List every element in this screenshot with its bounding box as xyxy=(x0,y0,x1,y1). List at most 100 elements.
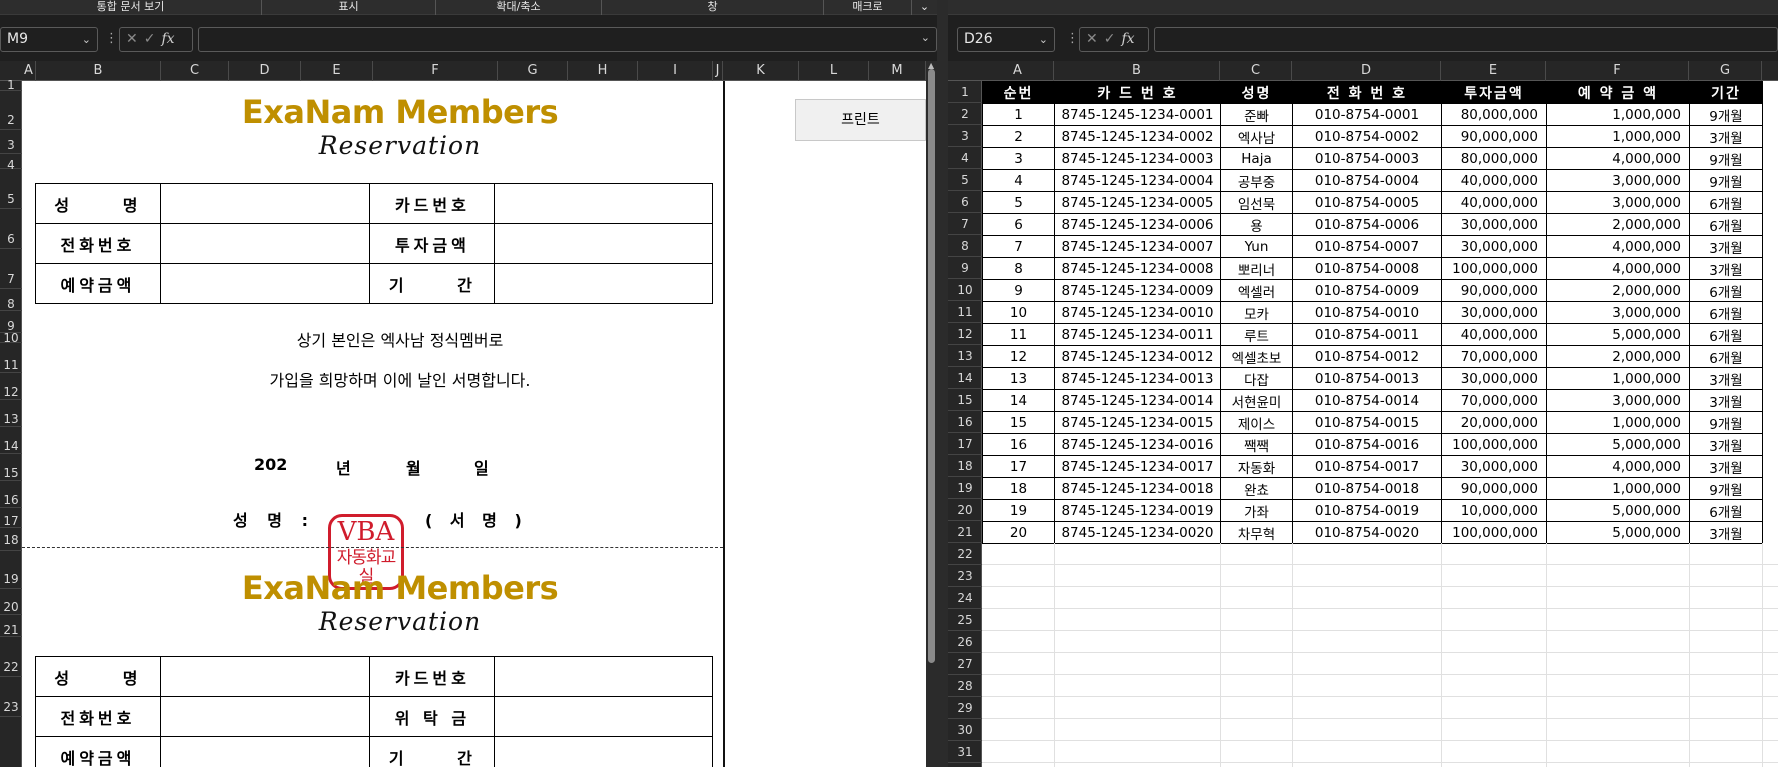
input-period[interactable] xyxy=(494,263,713,304)
cell-reserve[interactable]: 4,000,000 xyxy=(1546,455,1690,478)
row-header[interactable]: 11 xyxy=(948,301,982,323)
cell-invest[interactable]: 30,000,000 xyxy=(1441,235,1547,258)
cell-invest[interactable]: 70,000,000 xyxy=(1441,345,1547,368)
cell-invest[interactable]: 20,000,000 xyxy=(1441,411,1547,434)
cell-name[interactable]: 용 xyxy=(1220,213,1293,236)
cell-name[interactable]: Yun xyxy=(1220,235,1293,258)
cell-phone[interactable]: 010-8754-0017 xyxy=(1292,455,1442,478)
col-header-h[interactable] xyxy=(1762,61,1778,81)
more-options-icon[interactable]: ⋮ xyxy=(1066,31,1079,46)
col-header-d[interactable]: D xyxy=(1292,61,1441,81)
formula-input[interactable] xyxy=(1154,27,1778,52)
row-header[interactable]: 6 xyxy=(0,209,22,249)
row-header[interactable]: 26 xyxy=(948,631,982,653)
empty-row[interactable] xyxy=(982,587,1778,609)
col-header-i[interactable]: I xyxy=(638,61,713,81)
insert-function-icon[interactable]: fx xyxy=(161,31,174,47)
cell-card[interactable]: 8745-1245-1234-0020 xyxy=(1054,521,1221,544)
row-header[interactable]: 23 xyxy=(0,677,22,717)
row-header[interactable]: 7 xyxy=(948,213,982,235)
cell-invest[interactable]: 10,000,000 xyxy=(1441,499,1547,522)
cell-seq[interactable]: 6 xyxy=(982,213,1055,236)
cell-period[interactable]: 3개월 xyxy=(1689,235,1763,258)
row-header[interactable]: 21 xyxy=(0,615,22,637)
cell-period[interactable]: 6개월 xyxy=(1689,191,1763,214)
cell-invest[interactable]: 100,000,000 xyxy=(1441,433,1547,456)
row-header[interactable]: 10 xyxy=(948,279,982,301)
cell-phone[interactable]: 010-8754-0018 xyxy=(1292,477,1442,500)
row-header[interactable]: 27 xyxy=(948,653,982,675)
cell-seq[interactable]: 2 xyxy=(982,125,1055,148)
cell-period[interactable]: 3개월 xyxy=(1689,433,1763,456)
cell-period[interactable]: 3개월 xyxy=(1689,389,1763,412)
cell-period[interactable]: 6개월 xyxy=(1689,323,1763,346)
cell-reserve[interactable]: 4,000,000 xyxy=(1546,147,1690,170)
cell-period[interactable]: 6개월 xyxy=(1689,279,1763,302)
row-header[interactable]: 22 xyxy=(948,543,982,565)
empty-row[interactable] xyxy=(982,565,1778,587)
group-show[interactable]: 표시 xyxy=(262,0,436,15)
input-card[interactable] xyxy=(494,183,713,224)
row-header[interactable]: 18 xyxy=(0,528,22,551)
cell-name[interactable]: 차무혁 xyxy=(1220,521,1293,544)
cell-invest[interactable]: 30,000,000 xyxy=(1441,455,1547,478)
cell-reserve[interactable]: 5,000,000 xyxy=(1546,433,1690,456)
cell-invest[interactable]: 80,000,000 xyxy=(1441,103,1547,126)
cancel-icon[interactable]: ✕ xyxy=(1086,31,1104,47)
row-header[interactable]: 9 xyxy=(0,311,22,333)
empty-row[interactable] xyxy=(982,631,1778,653)
cell-period[interactable]: 6개월 xyxy=(1689,213,1763,236)
cell-seq[interactable]: 7 xyxy=(982,235,1055,258)
cell-period[interactable]: 3개월 xyxy=(1689,521,1763,544)
row-header[interactable]: 12 xyxy=(948,323,982,345)
row-header[interactable]: 10 xyxy=(0,332,22,344)
cell-period[interactable]: 3개월 xyxy=(1689,367,1763,390)
col-header-k[interactable]: K xyxy=(723,61,799,81)
cell-period[interactable]: 6개월 xyxy=(1689,301,1763,324)
input-name[interactable] xyxy=(159,183,371,224)
empty-row[interactable] xyxy=(982,609,1778,631)
row-header[interactable]: 25 xyxy=(948,609,982,631)
row-header[interactable]: 11 xyxy=(0,343,22,373)
row-header[interactable]: 4 xyxy=(0,154,22,172)
row-header[interactable]: 20 xyxy=(948,499,982,521)
cell-card[interactable]: 8745-1245-1234-0015 xyxy=(1054,411,1221,434)
form2-input-deposit[interactable] xyxy=(494,696,713,737)
name-box[interactable]: M9 ⌄ xyxy=(0,27,98,52)
col-header-b[interactable]: B xyxy=(1054,61,1220,81)
empty-row[interactable] xyxy=(982,543,1778,565)
form2-input-phone[interactable] xyxy=(159,696,371,737)
row-header[interactable]: 29 xyxy=(948,697,982,719)
form2-input-name[interactable] xyxy=(159,656,371,697)
form2-input-reserve[interactable] xyxy=(159,736,371,767)
group-macros[interactable]: 매크로 xyxy=(824,0,912,15)
cell-reserve[interactable]: 1,000,000 xyxy=(1546,477,1690,500)
row-header[interactable]: 5 xyxy=(948,169,982,191)
row-header[interactable]: 23 xyxy=(948,565,982,587)
col-header-j[interactable]: J xyxy=(713,61,723,81)
row-header[interactable]: 22 xyxy=(0,637,22,677)
cell-name[interactable]: 완쵸 xyxy=(1220,477,1293,500)
row-header[interactable]: 4 xyxy=(948,147,982,169)
cell-phone[interactable]: 010-8754-0020 xyxy=(1292,521,1442,544)
row-header[interactable]: 24 xyxy=(948,587,982,609)
cell-phone[interactable]: 010-8754-0019 xyxy=(1292,499,1442,522)
col-header-d[interactable]: D xyxy=(229,61,301,81)
cell-phone[interactable]: 010-8754-0010 xyxy=(1292,301,1442,324)
cell-reserve[interactable]: 1,000,000 xyxy=(1546,367,1690,390)
cell-seq[interactable]: 14 xyxy=(982,389,1055,412)
cell-seq[interactable]: 9 xyxy=(982,279,1055,302)
cell-card[interactable]: 8745-1245-1234-0013 xyxy=(1054,367,1221,390)
row-header[interactable]: 30 xyxy=(948,719,982,741)
cell-invest[interactable]: 30,000,000 xyxy=(1441,213,1547,236)
cell-seq[interactable]: 15 xyxy=(982,411,1055,434)
cell-seq[interactable]: 3 xyxy=(982,147,1055,170)
cell-period[interactable]: 9개월 xyxy=(1689,411,1763,434)
header-name[interactable]: 성명 xyxy=(1220,81,1293,104)
cell-period[interactable]: 9개월 xyxy=(1689,477,1763,500)
cell-reserve[interactable]: 5,000,000 xyxy=(1546,323,1690,346)
row-header[interactable]: 1 xyxy=(948,81,982,103)
cell-invest[interactable]: 90,000,000 xyxy=(1441,477,1547,500)
empty-row[interactable] xyxy=(982,719,1778,741)
cell-name[interactable]: 서현윤미 xyxy=(1220,389,1293,412)
